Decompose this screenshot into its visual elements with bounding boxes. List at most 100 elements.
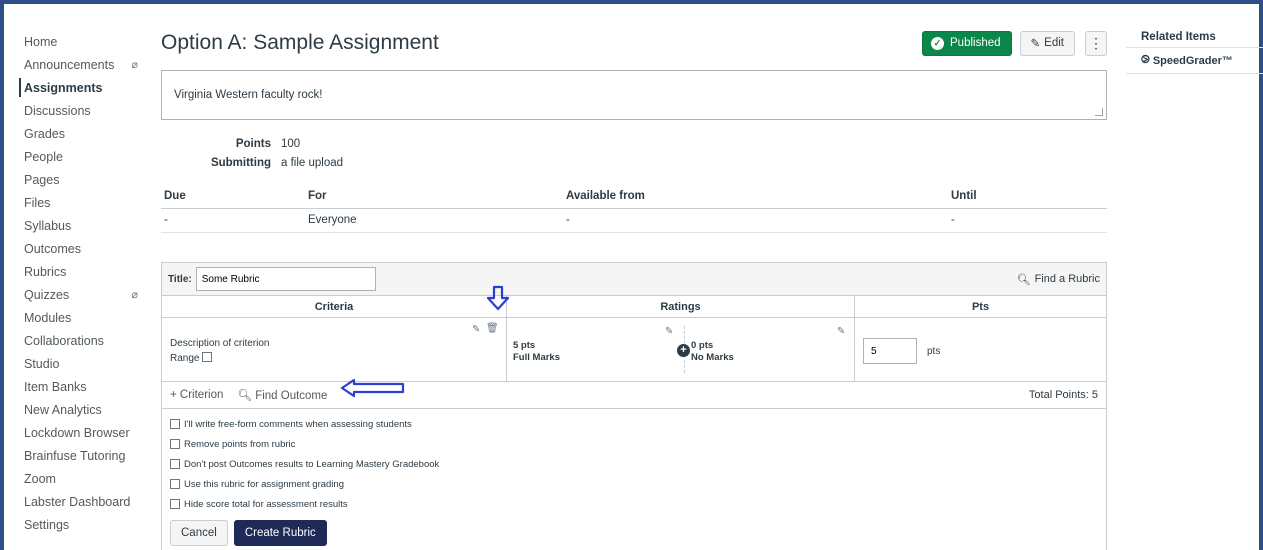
nav-label: Discussions (24, 103, 91, 118)
nav-quizzes[interactable]: Quizzes ⌀ (14, 283, 144, 306)
nav-home[interactable]: Home (14, 30, 144, 53)
nav-people[interactable]: People (14, 145, 144, 168)
search-icon: 🔍︎ (237, 390, 252, 402)
checkbox[interactable] (170, 499, 180, 509)
add-criterion-button[interactable]: + Criterion (170, 389, 223, 401)
nav-new-analytics[interactable]: New Analytics (14, 398, 144, 421)
nav-item-banks[interactable]: Item Banks (14, 375, 144, 398)
option-free-form-comments[interactable]: I'll write free-form comments when asses… (170, 414, 1098, 434)
annotation-arrow-down-icon (486, 285, 510, 311)
range-checkbox[interactable] (202, 352, 213, 362)
rubric-options: I'll write free-form comments when asses… (162, 409, 1106, 514)
option-remove-points[interactable]: Remove points from rubric (170, 434, 1098, 454)
pencil-icon[interactable]: ✎ (665, 326, 673, 337)
col-for: For (308, 184, 566, 209)
points-row: Points 100 (161, 134, 401, 153)
nav-label: Rubrics (24, 264, 67, 279)
nav-zoom[interactable]: Zoom (14, 467, 144, 490)
ratings-header: Ratings (507, 296, 855, 317)
nav-pages[interactable]: Pages (14, 168, 144, 191)
nav-label: New Analytics (24, 402, 102, 417)
edit-label: Edit (1044, 37, 1064, 49)
rubric-title-group: Title: (168, 267, 376, 291)
assignment-content: Option A: Sample Assignment ✓ Published … (161, 26, 1107, 233)
due-cell: - (161, 208, 308, 233)
rating-none: 0 pts No Marks (691, 340, 734, 364)
check-circle-icon: ✓ (931, 36, 945, 50)
submitting-label: Submitting (210, 156, 271, 169)
col-until: Until (951, 184, 1107, 209)
create-rubric-button[interactable]: Create Rubric (233, 520, 327, 546)
rubric-footer: + Criterion 🔍︎ Find Outcome Total Points… (162, 382, 1106, 409)
checkbox[interactable] (170, 459, 180, 469)
option-use-for-grading[interactable]: Use this rubric for assignment grading (170, 474, 1098, 494)
nav-announcements[interactable]: Announcements ⌀ (14, 53, 144, 76)
rating-full: 5 pts Full Marks (513, 340, 560, 364)
nav-label: Studio (24, 356, 60, 371)
nav-assignments[interactable]: Assignments (14, 76, 144, 99)
related-items-panel: Related Items ⧁ SpeedGrader™ (1126, 26, 1263, 74)
nav-outcomes[interactable]: Outcomes (14, 237, 144, 260)
rubric-title-input[interactable] (195, 267, 376, 291)
nav-grades[interactable]: Grades (14, 122, 144, 145)
nav-label: Announcements (24, 57, 115, 72)
nav-collaborations[interactable]: Collaborations (14, 329, 144, 352)
table-header-row: Due For Available from Until (161, 184, 1107, 209)
total-points: Total Points: 5 (1028, 389, 1098, 401)
rubric-actions: Cancel Create Rubric (162, 520, 1106, 546)
nav-lockdown-browser[interactable]: Lockdown Browser (14, 421, 144, 444)
page-title: Option A: Sample Assignment (161, 31, 439, 54)
nav-label: Syllabus (24, 218, 72, 233)
published-button[interactable]: ✓ Published (922, 30, 1012, 56)
nav-studio[interactable]: Studio (14, 352, 144, 375)
table-row: - Everyone - - (161, 208, 1107, 233)
checkbox[interactable] (170, 419, 180, 429)
nav-rubrics[interactable]: Rubrics (14, 260, 144, 283)
resize-handle-icon[interactable] (1095, 108, 1103, 116)
find-outcome-button[interactable]: 🔍︎ Find Outcome (237, 388, 327, 402)
add-rating-icon[interactable]: + (677, 344, 690, 357)
nav-discussions[interactable]: Discussions (14, 99, 144, 122)
cancel-button[interactable]: Cancel (170, 520, 228, 546)
rubric-header: Title: 🔍︎ Find a Rubric (162, 263, 1106, 296)
nav-files[interactable]: Files (14, 191, 144, 214)
trash-icon[interactable]: 🗑︎ (486, 323, 499, 334)
option-hide-score-total[interactable]: Hide score total for assessment results (170, 494, 1098, 514)
nav-label: Home (24, 34, 58, 49)
pencil-icon: ✎ (1030, 38, 1041, 50)
title-actions: ✓ Published ✎ Edit ⋮ (922, 30, 1107, 56)
pencil-icon[interactable]: ✎ (472, 324, 480, 335)
nav-label: Pages (24, 172, 60, 187)
nav-label: Settings (24, 517, 70, 532)
pencil-icon[interactable]: ✎ (837, 326, 845, 337)
pts-input[interactable] (863, 338, 917, 364)
checkbox[interactable] (170, 479, 180, 489)
edit-button[interactable]: ✎ Edit (1019, 30, 1075, 56)
more-options-button[interactable]: ⋮ (1085, 30, 1107, 56)
assignment-description[interactable]: Virginia Western faculty rock! (161, 70, 1107, 120)
rating-label: No Marks (691, 352, 734, 363)
range-label: Range (170, 353, 200, 364)
col-due: Due (161, 184, 308, 209)
kebab-icon: ⋮ (1089, 34, 1103, 51)
nav-syllabus[interactable]: Syllabus (14, 214, 144, 237)
nav-labster-dashboard[interactable]: Labster Dashboard (14, 490, 144, 513)
speedgrader-link[interactable]: ⧁ SpeedGrader™ (1126, 48, 1263, 74)
nav-brainfuse-tutoring[interactable]: Brainfuse Tutoring (14, 444, 144, 467)
pts-unit: pts (927, 346, 941, 357)
title-row: Option A: Sample Assignment ✓ Published … (161, 26, 1107, 60)
option-no-outcomes-post[interactable]: Don't post Outcomes results to Learning … (170, 454, 1098, 474)
option-label: Don't post Outcomes results to Learning … (184, 458, 440, 470)
nav-settings[interactable]: Settings (14, 513, 144, 536)
criterion-text: Description of criterion Range (170, 336, 269, 366)
speedgrader-icon: ⧁ (1141, 54, 1150, 66)
checkbox[interactable] (170, 439, 180, 449)
nav-label: Files (24, 195, 51, 210)
rating-pts: 0 pts (691, 340, 714, 351)
nav-modules[interactable]: Modules (14, 306, 144, 329)
nav-label: Modules (24, 310, 72, 325)
nav-label: Labster Dashboard (24, 494, 131, 509)
related-items-title: Related Items (1126, 26, 1263, 48)
find-rubric-link[interactable]: 🔍︎ Find a Rubric (1017, 273, 1100, 286)
option-label: Hide score total for assessment results (184, 498, 348, 510)
